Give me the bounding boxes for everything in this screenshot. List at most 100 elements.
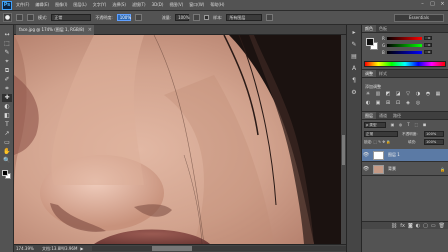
opacity-field[interactable]: 100% <box>116 14 131 21</box>
flow-field[interactable]: 100% <box>175 14 190 21</box>
clone-stamp-tool-icon[interactable]: ✚ <box>2 94 12 102</box>
photo-filter-icon[interactable]: ◐ <box>365 100 371 106</box>
paragraph-panel-icon[interactable]: ¶ <box>349 76 359 85</box>
close-document-icon[interactable]: × <box>88 25 92 35</box>
new-adjustment-layer-icon[interactable]: ◐ <box>416 223 420 229</box>
smart-object-filter-icon[interactable]: ◼ <box>422 122 427 128</box>
zoom-level[interactable]: 174.39% <box>14 246 36 251</box>
healing-brush-tool-icon[interactable]: ⌗ <box>2 85 12 93</box>
type-filter-icon[interactable]: T <box>406 122 411 128</box>
menu-filter[interactable]: 滤镜(T) <box>132 2 146 8</box>
fill-field[interactable]: 100% <box>424 139 444 145</box>
clone-source-icon[interactable] <box>27 14 34 21</box>
eraser-tool-icon[interactable]: ◧ <box>2 112 12 120</box>
threshold-icon[interactable]: ◎ <box>415 100 421 106</box>
blue-value[interactable]: 0 <box>424 50 432 54</box>
layer-style-icon[interactable]: fx <box>400 223 405 229</box>
layer-opacity-field[interactable]: 100% <box>424 131 444 137</box>
brush-settings-icon[interactable] <box>16 14 23 21</box>
type-tool-icon[interactable]: T <box>2 121 12 129</box>
path-select-tool-icon[interactable]: ↗ <box>2 130 12 138</box>
color-spectrum[interactable] <box>364 61 446 67</box>
move-tool-icon[interactable]: ↔ <box>2 31 12 39</box>
layer-filter-type[interactable]: ρ 类型 <box>364 122 386 128</box>
menu-file[interactable]: 文件(F) <box>16 2 29 8</box>
tool-preset-picker[interactable]: ● <box>3 13 12 22</box>
exposure-icon[interactable]: ◪ <box>395 91 401 97</box>
horizontal-scrollbar[interactable] <box>91 246 346 251</box>
menu-image[interactable]: 图像(I) <box>55 2 67 8</box>
visibility-eye-icon[interactable]: 👁 <box>362 166 370 172</box>
black-white-icon[interactable]: ▦ <box>435 91 441 97</box>
lock-controls[interactable]: 锁定: ⬚ ✎ ✥ 🔒 <box>364 140 391 145</box>
invert-icon[interactable]: ⊡ <box>395 100 401 106</box>
tab-layers[interactable]: 图层 <box>362 112 376 119</box>
foreground-color-swatch[interactable] <box>2 170 8 176</box>
blue-slider[interactable] <box>387 50 422 54</box>
ignore-adjustment-icon[interactable] <box>266 14 274 21</box>
layer-row[interactable]: 👁 背景 🔒 <box>362 163 448 176</box>
green-slider-row[interactable]: G 0 <box>382 43 432 48</box>
link-layers-icon[interactable]: ⛓ <box>391 223 397 229</box>
workspace-switcher[interactable]: Essentials <box>394 14 444 22</box>
red-slider-row[interactable]: R 0 <box>382 36 432 41</box>
character-panel-icon[interactable]: A <box>349 64 359 73</box>
brightness-contrast-icon[interactable]: ☀ <box>365 91 371 97</box>
hand-tool-icon[interactable]: ✋ <box>2 148 12 156</box>
new-layer-icon[interactable]: ▭ <box>431 223 436 229</box>
shape-tool-icon[interactable]: ▭ <box>2 139 12 147</box>
tab-swatches[interactable]: 色板 <box>376 25 390 32</box>
curves-icon[interactable]: ◩ <box>385 91 391 97</box>
menu-layer[interactable]: 图层(L) <box>73 2 86 8</box>
visibility-eye-icon[interactable]: 👁 <box>362 152 370 158</box>
horizontal-scroll-thumb[interactable] <box>151 246 192 251</box>
zoom-tool-icon[interactable]: 🔍 <box>2 157 12 165</box>
maximize-icon[interactable]: □ <box>429 1 436 8</box>
vibrance-icon[interactable]: ▽ <box>405 91 411 97</box>
adjustment-filter-icon[interactable]: ◍ <box>398 122 403 128</box>
airbrush-icon[interactable] <box>193 14 201 21</box>
hue-saturation-icon[interactable]: ◑ <box>415 91 421 97</box>
tab-styles[interactable]: 样式 <box>376 70 390 77</box>
panel-foreground-swatch[interactable] <box>366 38 374 46</box>
quick-select-tool-icon[interactable]: ⌖ <box>2 58 12 66</box>
history-brush-tool-icon[interactable]: ◐ <box>2 103 12 111</box>
color-swatches[interactable] <box>0 169 14 183</box>
red-slider[interactable] <box>387 36 422 40</box>
status-menu-arrow-icon[interactable]: ▶ <box>80 246 83 251</box>
color-balance-icon[interactable]: ◓ <box>425 91 431 97</box>
pixel-filter-icon[interactable]: ▣ <box>390 122 395 128</box>
layer-row[interactable]: 👁 图层 1 <box>362 149 448 162</box>
lasso-tool-icon[interactable]: ✎ <box>2 49 12 57</box>
eyedropper-tool-icon[interactable]: ✐ <box>2 76 12 84</box>
green-value[interactable]: 0 <box>424 43 432 47</box>
red-value[interactable]: 0 <box>424 36 432 40</box>
delete-layer-icon[interactable]: 🗑 <box>439 223 445 229</box>
shape-filter-icon[interactable]: ⬚ <box>414 122 419 128</box>
close-icon[interactable]: × <box>439 1 446 8</box>
clone-source-panel-icon[interactable]: ▤ <box>349 52 359 61</box>
history-icon[interactable]: ▸ <box>349 28 359 37</box>
menu-edit[interactable]: 编辑(E) <box>35 2 49 8</box>
aligned-checkbox[interactable] <box>204 15 210 20</box>
green-slider[interactable] <box>387 43 422 47</box>
blue-slider-row[interactable]: B 0 <box>382 50 432 55</box>
channel-mixer-icon[interactable]: ▣ <box>375 100 381 106</box>
menu-view[interactable]: 视图(V) <box>169 2 183 8</box>
mode-select[interactable]: 正常 <box>51 14 92 21</box>
sample-select[interactable]: 所有图层 <box>226 14 263 21</box>
document-canvas[interactable] <box>14 35 341 244</box>
tab-channels[interactable]: 通道 <box>376 112 390 119</box>
crop-tool-icon[interactable]: ⧉ <box>2 67 12 75</box>
menu-select[interactable]: 选择(S) <box>112 2 126 8</box>
properties-icon[interactable]: ⚙ <box>349 88 359 97</box>
menu-type[interactable]: 文字(Y) <box>93 2 107 8</box>
new-group-icon[interactable]: ▢ <box>423 223 428 229</box>
vertical-scroll-thumb[interactable] <box>342 135 345 165</box>
menu-window[interactable]: 窗口(W) <box>189 2 204 8</box>
document-tab[interactable]: face.jpg @ 174% (图层 1, RGB/8) × <box>16 25 94 35</box>
tab-paths[interactable]: 路径 <box>390 112 404 119</box>
marquee-tool-icon[interactable]: ⬚ <box>2 40 12 48</box>
brush-presets-icon[interactable]: ✎ <box>349 40 359 49</box>
color-lookup-icon[interactable]: ⊞ <box>385 100 391 106</box>
